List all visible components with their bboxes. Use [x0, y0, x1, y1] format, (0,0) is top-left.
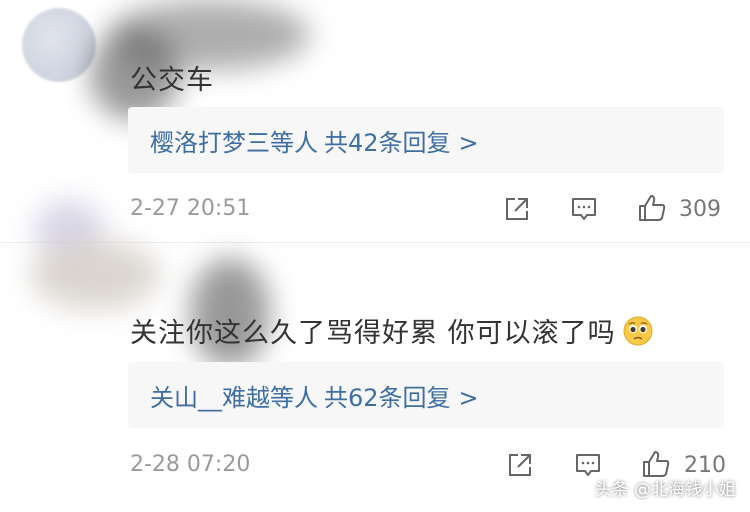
comment-text: 公交车	[130, 65, 214, 96]
pleading-face-emoji	[623, 316, 653, 346]
source-watermark: 头条 @北海钱小姐	[594, 480, 736, 500]
comment-text-content: 关注你这么久了骂得好累 你可以滚了吗	[130, 318, 616, 349]
thumbs-up-icon[interactable]	[636, 192, 668, 224]
share-icon[interactable]	[505, 450, 535, 480]
comment-timestamp: 2-27 20:51	[130, 196, 251, 221]
comment-text: 关注你这么久了骂得好累 你可以滚了吗	[130, 311, 654, 350]
reply-users[interactable]: 樱洛打梦三等人	[150, 129, 318, 157]
reply-count[interactable]: 共42条回复	[324, 129, 451, 157]
reply-summary[interactable]: 樱洛打梦三等人 共42条回复 >	[128, 107, 724, 173]
reply-count[interactable]: 共62条回复	[324, 384, 451, 412]
share-icon[interactable]	[502, 194, 532, 224]
comment-icon[interactable]	[569, 194, 599, 224]
chevron-right-icon: >	[458, 129, 479, 157]
reply-summary[interactable]: 关山__难越等人 共62条回复 >	[128, 362, 724, 428]
comment-timestamp: 2-28 07:20	[130, 452, 251, 477]
redaction-smudge	[30, 240, 160, 310]
like-count: 309	[679, 197, 721, 222]
chevron-right-icon: >	[458, 384, 479, 412]
avatar[interactable]	[22, 8, 96, 82]
reply-users[interactable]: 关山__难越等人	[150, 384, 318, 412]
